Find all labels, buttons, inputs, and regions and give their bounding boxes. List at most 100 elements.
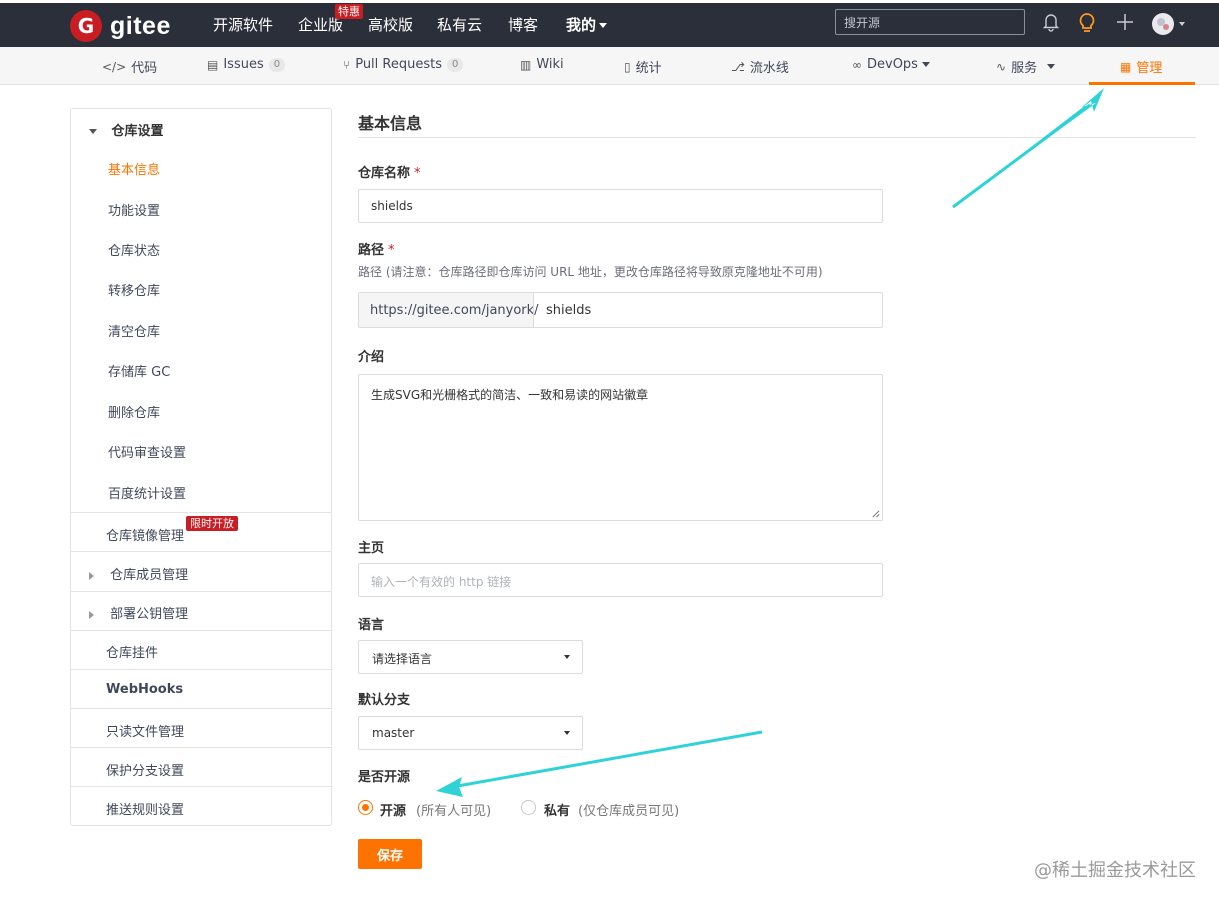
tab-pull-requests-label: Pull Requests	[355, 57, 442, 72]
sidebar-item-widgets[interactable]: 仓库挂件	[106, 642, 366, 661]
divider	[71, 630, 331, 631]
divider	[71, 669, 331, 670]
divider	[71, 747, 331, 748]
tab-wiki[interactable]: ▥ Wiki	[520, 57, 564, 72]
tab-code-label: 代码	[131, 61, 158, 76]
active-tab-indicator	[1089, 82, 1195, 85]
sidebar-item-members-label: 仓库成员管理	[110, 568, 189, 583]
sidebar-item-readonly-files[interactable]: 只读文件管理	[106, 721, 366, 740]
pipeline-icon: ⎇	[731, 59, 745, 74]
required-mark: *	[388, 243, 395, 258]
sidebar-item-features[interactable]: 功能设置	[108, 200, 368, 219]
repo-name-label-text: 仓库名称	[358, 166, 411, 181]
arrow-shaft-manage	[952, 103, 1091, 209]
caret-down-icon	[564, 655, 570, 659]
tab-pull-requests[interactable]: ⑂ Pull Requests 0	[343, 57, 464, 72]
limited-open-badge: 限时开放	[186, 516, 238, 531]
chevron-down-icon	[921, 62, 930, 67]
settings-sidebar: 仓库设置 基本信息 功能设置 仓库状态 转移仓库 清空仓库 存储库 GC 删除仓…	[70, 108, 332, 826]
caret-right-icon	[89, 571, 94, 580]
gitee-logo-icon: G	[70, 10, 102, 42]
sidebar-item-transfer[interactable]: 转移仓库	[108, 280, 368, 299]
sidebar-item-baidu-stats[interactable]: 百度统计设置	[108, 483, 368, 502]
pulse-icon: ∿	[996, 59, 1007, 74]
plus-icon[interactable]	[1116, 12, 1134, 32]
save-button[interactable]: 保存	[358, 839, 422, 869]
nav-education[interactable]: 高校版	[368, 14, 413, 35]
enterprise-promo-badge: 特惠	[335, 4, 363, 19]
language-select-value: 请选择语言	[372, 652, 433, 666]
path-prefix-addon: https://gitee.com/janyork/	[358, 292, 539, 328]
sidebar-item-members[interactable]: 仓库成员管理	[89, 564, 349, 583]
path-input[interactable]: shields	[533, 292, 883, 328]
resize-handle-icon[interactable]	[871, 509, 880, 518]
tab-issues[interactable]: ▤ Issues 0	[207, 57, 286, 72]
tab-services[interactable]: ∿ 服务	[996, 57, 1056, 76]
divider	[71, 512, 331, 513]
sidebar-item-deploy-keys-label: 部署公钥管理	[110, 607, 189, 622]
manage-icon: ▦	[1120, 59, 1132, 74]
caret-right-icon	[89, 610, 94, 619]
search-input[interactable]: 搜开源	[835, 9, 1025, 35]
issues-count-badge: 0	[268, 57, 286, 72]
tab-devops[interactable]: ∞ DevOps	[852, 57, 930, 72]
path-label: 路径 *	[358, 239, 395, 258]
avatar[interactable]	[1151, 12, 1187, 36]
homepage-input[interactable]: 输入一个有效的 http 链接	[358, 563, 883, 597]
page-title: 基本信息	[358, 114, 423, 133]
sidebar-item-code-review[interactable]: 代码审查设置	[108, 442, 368, 461]
caret-down-icon	[89, 129, 97, 134]
nav-open-source[interactable]: 开源软件	[213, 14, 273, 35]
sidebar-item-delete[interactable]: 删除仓库	[108, 402, 368, 421]
private-radio[interactable]	[521, 800, 536, 815]
default-branch-select[interactable]: master	[358, 716, 583, 750]
sidebar-item-storage-gc[interactable]: 存储库 GC	[108, 361, 368, 380]
code-icon: </>	[102, 59, 127, 74]
caret-down-icon	[564, 731, 570, 735]
nav-private-cloud[interactable]: 私有云	[437, 14, 482, 35]
divider	[71, 591, 331, 592]
gitee-logo[interactable]: G gitee	[70, 10, 171, 42]
sidebar-item-push-rules[interactable]: 推送规则设置	[106, 799, 366, 818]
repo-name-input[interactable]: shields	[358, 189, 883, 223]
divider	[71, 786, 331, 787]
intro-text: 生成SVG和光栅格式的简洁、一致和易读的网站徽章	[371, 388, 649, 402]
sidebar-item-webhooks[interactable]: WebHooks	[106, 682, 366, 697]
lightbulb-icon[interactable]	[1077, 12, 1097, 34]
nav-mine-label: 我的	[566, 16, 597, 34]
issues-icon: ▤	[207, 57, 219, 72]
top-navbar: G gitee	[0, 0, 1219, 47]
arrow-to-visibility	[436, 777, 463, 797]
tab-manage-label: 管理	[1136, 61, 1163, 76]
public-radio-label[interactable]: 开源	[380, 800, 406, 819]
default-branch-label: 默认分支	[358, 693, 411, 708]
language-label: 语言	[358, 618, 385, 633]
sidebar-item-deploy-keys[interactable]: 部署公钥管理	[89, 603, 349, 622]
sidebar-item-basic-info[interactable]: 基本信息	[108, 159, 368, 178]
intro-label: 介绍	[358, 350, 385, 365]
bell-icon[interactable]	[1042, 12, 1060, 32]
sidebar-item-clear[interactable]: 清空仓库	[108, 321, 368, 340]
language-select[interactable]: 请选择语言	[358, 640, 583, 674]
sidebar-item-protected-branches[interactable]: 保护分支设置	[106, 760, 366, 779]
nav-blog[interactable]: 博客	[508, 14, 538, 35]
divider	[71, 551, 331, 552]
tab-code[interactable]: </> 代码	[102, 57, 158, 77]
tab-statistics[interactable]: ▯ 统计	[624, 57, 662, 77]
tab-manage[interactable]: ▦ 管理	[1120, 57, 1163, 77]
sidebar-group-repo-settings[interactable]: 仓库设置	[89, 120, 349, 139]
sidebar-item-repo-status[interactable]: 仓库状态	[108, 240, 368, 259]
tab-devops-label: DevOps	[867, 57, 918, 72]
tab-services-label: 服务	[1011, 61, 1038, 76]
pull-requests-count-badge: 0	[447, 57, 464, 72]
private-radio-label[interactable]: 私有	[544, 800, 570, 819]
default-branch-value: master	[372, 726, 415, 740]
tab-wiki-label: Wiki	[536, 57, 564, 72]
nav-mine[interactable]: 我的	[566, 14, 608, 35]
sidebar-group-label: 仓库设置	[111, 124, 164, 139]
public-radio[interactable]	[358, 800, 373, 815]
chevron-down-icon	[1047, 64, 1056, 69]
intro-textarea[interactable]: 生成SVG和光栅格式的简洁、一致和易读的网站徽章	[358, 374, 883, 521]
tab-pipeline[interactable]: ⎇ 流水线	[731, 57, 789, 77]
infinity-icon: ∞	[852, 57, 862, 72]
